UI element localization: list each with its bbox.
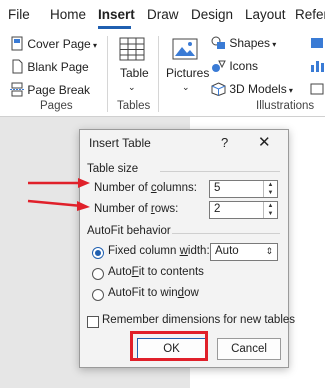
cover-page-icon xyxy=(11,36,23,51)
blank-page-button[interactable]: Blank Page xyxy=(10,59,89,74)
tables-group-label: Tables xyxy=(117,100,151,112)
remember-dimensions-label: Remember dimensions for new tables xyxy=(102,314,296,326)
remember-dimensions-checkbox[interactable] xyxy=(87,316,99,328)
pictures-button[interactable]: Pictures xyxy=(166,66,209,80)
annotation-arrow-icon xyxy=(27,199,90,211)
section-divider xyxy=(160,171,280,172)
dialog-title: Insert Table xyxy=(89,136,151,150)
section-divider xyxy=(172,233,280,234)
chevron-down-icon: ▾ xyxy=(90,41,97,50)
tab-file[interactable]: File xyxy=(8,7,30,22)
page-break-icon xyxy=(10,82,24,97)
spinner-arrows-icon[interactable]: ⇕ xyxy=(265,246,273,257)
chevron-down-icon: ▾ xyxy=(270,40,277,49)
annotation-arrow-icon xyxy=(28,178,90,188)
autofit-section-label: AutoFit behavior xyxy=(87,225,171,237)
table-chevron-down-icon[interactable]: ⌄ xyxy=(128,82,136,93)
help-button[interactable]: ? xyxy=(221,135,228,150)
autofit-contents-radio[interactable] xyxy=(92,268,104,280)
smartart-icon[interactable] xyxy=(309,36,325,50)
fixed-width-value[interactable]: Auto xyxy=(215,245,239,257)
autofit-contents-label: AutoFit to contents xyxy=(108,266,204,278)
tab-home[interactable]: Home xyxy=(50,7,86,22)
rows-label: Number of rows: xyxy=(94,203,179,215)
shapes-button[interactable]: Shapes ▾ xyxy=(211,36,276,50)
close-icon[interactable]: ✕ xyxy=(258,133,271,151)
pictures-icon xyxy=(172,38,198,60)
group-divider xyxy=(107,36,108,112)
table-icon xyxy=(119,37,145,61)
cancel-button[interactable]: Cancel xyxy=(217,338,281,360)
page-break-button[interactable]: Page Break xyxy=(10,82,90,97)
spinner-arrows-icon[interactable]: ▲ ▼ xyxy=(263,181,277,197)
blank-page-icon xyxy=(12,59,23,74)
screenshot-icon[interactable] xyxy=(309,82,325,96)
table-size-section-label: Table size xyxy=(87,163,139,175)
tab-references[interactable]: Refer xyxy=(295,7,325,22)
tab-draw[interactable]: Draw xyxy=(147,7,179,22)
pictures-chevron-down-icon[interactable]: ⌄ xyxy=(182,82,190,93)
columns-spinner[interactable]: 5 ▲ ▼ xyxy=(209,180,278,198)
ok-highlight-box xyxy=(130,331,208,361)
rows-spinner[interactable]: 2 ▲ ▼ xyxy=(209,201,278,219)
icons-button[interactable]: Icons xyxy=(211,59,258,73)
fixed-width-label: Fixed column width: xyxy=(108,245,210,257)
rows-value[interactable]: 2 xyxy=(214,203,220,215)
icons-icon xyxy=(212,60,226,72)
fixed-width-radio[interactable] xyxy=(92,247,104,259)
columns-value[interactable]: 5 xyxy=(214,182,220,194)
active-tab-indicator xyxy=(98,26,131,29)
fixed-width-select[interactable]: Auto ⇕ xyxy=(210,243,278,261)
spinner-arrows-icon[interactable]: ▲ ▼ xyxy=(263,202,277,218)
chart-icon[interactable] xyxy=(309,59,325,73)
shapes-icon xyxy=(211,36,225,49)
columns-label: Number of columns: xyxy=(94,182,197,194)
pages-group-label: Pages xyxy=(40,100,73,112)
tab-insert[interactable]: Insert xyxy=(98,7,135,22)
chevron-down-icon: ▾ xyxy=(286,86,293,95)
cover-page-button[interactable]: Cover Page ▾ xyxy=(10,36,97,51)
cube-icon xyxy=(211,82,226,97)
autofit-window-radio[interactable] xyxy=(92,289,104,301)
tab-layout[interactable]: Layout xyxy=(245,7,286,22)
group-divider xyxy=(158,36,159,112)
tab-design[interactable]: Design xyxy=(191,7,233,22)
ribbon-tab-bar: File Home Insert Draw Design Layout Refe… xyxy=(0,0,325,30)
3d-models-button[interactable]: 3D Models ▾ xyxy=(211,82,293,97)
table-button[interactable]: Table xyxy=(120,66,149,80)
autofit-window-label: AutoFit to window xyxy=(108,287,199,299)
illustrations-group-label: Illustrations xyxy=(256,100,315,112)
